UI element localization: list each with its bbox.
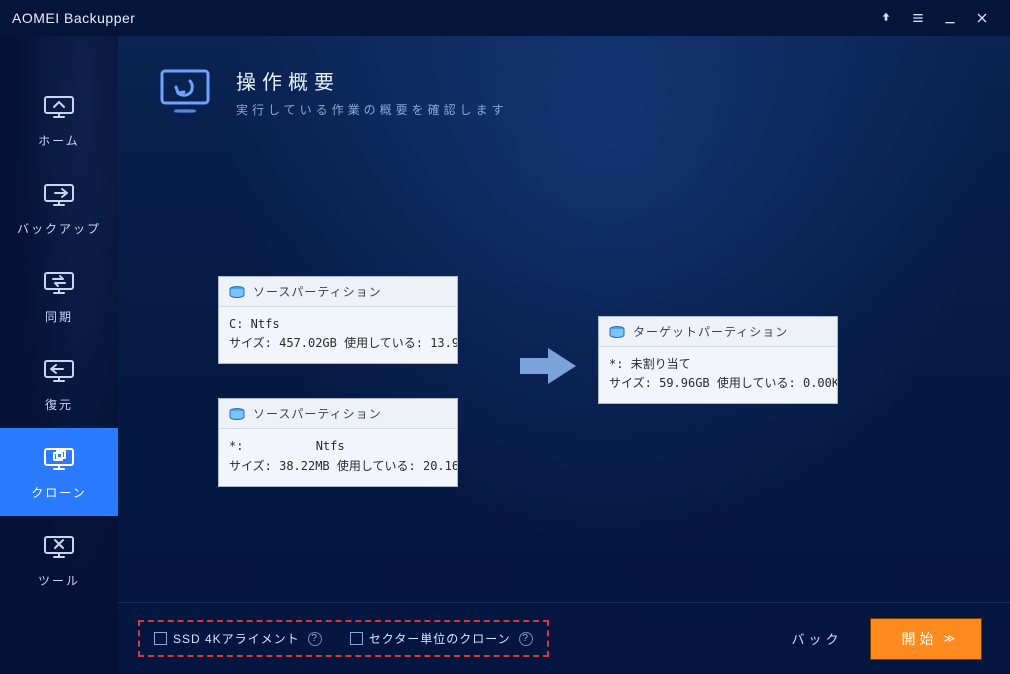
content-area: 操作概要 実行している作業の概要を確認します ソースパーティション C: Ntf… (118, 36, 1010, 674)
card-heading: ターゲットパーティション (633, 323, 788, 340)
monitor-restore-icon (42, 356, 76, 386)
page-title: 操作概要 (236, 66, 508, 95)
operation-icon (156, 67, 214, 117)
options-group: SSD 4Kアライメント ? セクター単位のクローン ? (138, 620, 549, 657)
sector-clone-checkbox[interactable]: セクター単位のクローン ? (350, 630, 533, 647)
sidebar-item-label: ツール (38, 572, 80, 589)
sidebar-item-label: バックアップ (17, 220, 101, 237)
upgrade-icon[interactable] (870, 2, 902, 34)
card-header: ソースパーティション (219, 277, 457, 307)
start-button-label: 開始 (901, 629, 937, 649)
start-button[interactable]: 開始 ≫ (870, 618, 982, 660)
arrow-icon (518, 346, 578, 386)
checkbox-label: セクター単位のクローン (369, 630, 511, 647)
operation-header: 操作概要 実行している作業の概要を確認します (156, 66, 972, 118)
chevron-right-icon: ≫ (943, 632, 951, 645)
monitor-tools-icon (42, 532, 76, 562)
sidebar-item-backup[interactable]: バックアップ (0, 164, 118, 252)
source-partition-card[interactable]: ソースパーティション *: Ntfs サイズ: 38.22MB 使用している: … (218, 398, 458, 486)
disk-icon (229, 408, 245, 420)
partition-name: *: Ntfs (229, 437, 447, 456)
partition-size: サイズ: 457.02GB 使用している: 13.93 (229, 334, 447, 353)
source-column: ソースパーティション C: Ntfs サイズ: 457.02GB 使用している:… (218, 276, 458, 487)
partition-size: サイズ: 38.22MB 使用している: 20.16M (229, 457, 447, 476)
sidebar-item-label: ホーム (38, 132, 80, 149)
help-icon[interactable]: ? (308, 632, 322, 646)
app-title: AOMEI Backupper (12, 10, 135, 26)
card-heading: ソースパーティション (253, 283, 382, 300)
close-icon[interactable] (966, 2, 998, 34)
sidebar-item-label: クローン (31, 484, 86, 501)
card-body: *: Ntfs サイズ: 38.22MB 使用している: 20.16M (219, 429, 457, 485)
target-column: ターゲットパーティション *: 未割り当て サイズ: 59.96GB 使用してい… (598, 316, 838, 404)
card-heading: ソースパーティション (253, 405, 382, 422)
partition-size: サイズ: 59.96GB 使用している: 0.00KB (609, 374, 827, 393)
sidebar-item-label: 同期 (45, 308, 73, 325)
monitor-clone-icon (42, 444, 76, 474)
partition-name: C: Ntfs (229, 315, 447, 334)
menu-icon[interactable] (902, 2, 934, 34)
sidebar-item-sync[interactable]: 同期 (0, 252, 118, 340)
title-bar: AOMEI Backupper (0, 0, 1010, 36)
page-subtitle: 実行している作業の概要を確認します (236, 101, 508, 118)
ssd-4k-checkbox[interactable]: SSD 4Kアライメント ? (154, 630, 322, 647)
bottom-bar: SSD 4Kアライメント ? セクター単位のクローン ? バック 開始 ≫ (118, 602, 1010, 674)
source-partition-card[interactable]: ソースパーティション C: Ntfs サイズ: 457.02GB 使用している:… (218, 276, 458, 364)
help-icon[interactable]: ? (519, 632, 533, 646)
sidebar-item-restore[interactable]: 復元 (0, 340, 118, 428)
checkbox-label: SSD 4Kアライメント (173, 630, 300, 647)
minimize-icon[interactable] (934, 2, 966, 34)
back-button[interactable]: バック (791, 629, 842, 648)
partition-name: *: 未割り当て (609, 355, 827, 374)
sidebar-item-home[interactable]: ホーム (0, 76, 118, 164)
sidebar-item-tools[interactable]: ツール (0, 516, 118, 604)
checkbox-box (154, 632, 167, 645)
checkbox-box (350, 632, 363, 645)
main-area: ホーム バックアップ 同期 復元 クローン ツール 操作概要 (0, 36, 1010, 674)
sidebar-item-label: 復元 (45, 396, 73, 413)
card-body: C: Ntfs サイズ: 457.02GB 使用している: 13.93 (219, 307, 457, 363)
target-partition-card[interactable]: ターゲットパーティション *: 未割り当て サイズ: 59.96GB 使用してい… (598, 316, 838, 404)
disk-icon (229, 286, 245, 298)
monitor-sync-icon (42, 268, 76, 298)
sidebar: ホーム バックアップ 同期 復元 クローン ツール (0, 36, 118, 674)
monitor-export-icon (42, 180, 76, 210)
card-header: ソースパーティション (219, 399, 457, 429)
card-header: ターゲットパーティション (599, 317, 837, 347)
sidebar-item-clone[interactable]: クローン (0, 428, 118, 516)
operation-titles: 操作概要 実行している作業の概要を確認します (236, 66, 508, 118)
card-body: *: 未割り当て サイズ: 59.96GB 使用している: 0.00KB (599, 347, 837, 403)
disk-icon (609, 326, 625, 338)
monitor-home-icon (42, 92, 76, 122)
